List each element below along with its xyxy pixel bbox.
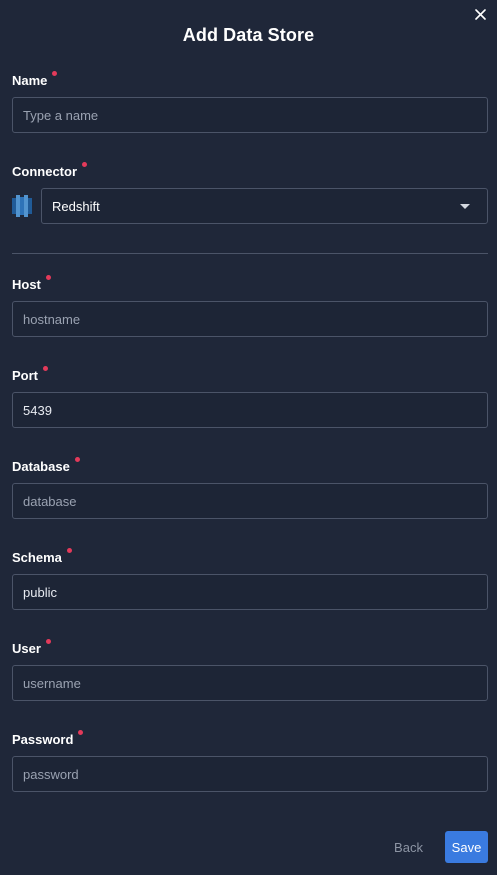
host-input[interactable] (12, 301, 488, 337)
port-input[interactable] (12, 392, 488, 428)
required-indicator (66, 548, 72, 553)
required-indicator (78, 730, 84, 735)
required-indicator (52, 71, 58, 76)
name-input[interactable] (12, 97, 488, 133)
caret-down-icon (460, 204, 470, 209)
connector-selected-value: Redshift (52, 198, 100, 214)
dialog-title: Add Data Store (182, 25, 315, 45)
schema-label: Schema (12, 548, 72, 565)
section-divider (12, 253, 488, 254)
save-button[interactable]: Save (445, 831, 488, 863)
connector-label: Connector (12, 162, 87, 179)
required-indicator (45, 275, 51, 280)
database-input[interactable] (12, 483, 488, 519)
user-input[interactable] (12, 665, 488, 701)
add-data-store-dialog: Add Data Store Name Connector Redshift H… (0, 0, 497, 875)
password-label: Password (12, 730, 84, 747)
required-indicator (82, 162, 87, 167)
user-label: User (12, 639, 51, 656)
schema-input[interactable] (12, 574, 488, 610)
close-icon (474, 8, 486, 20)
name-label: Name (12, 71, 58, 88)
required-indicator (45, 639, 51, 644)
required-indicator (74, 457, 80, 462)
connector-select[interactable]: Redshift (41, 188, 488, 224)
redshift-icon (12, 195, 32, 217)
password-input[interactable] (12, 756, 488, 792)
port-label: Port (12, 366, 48, 383)
close-button[interactable] (472, 6, 488, 22)
host-label: Host (12, 275, 51, 292)
required-indicator (43, 366, 48, 371)
back-button[interactable]: Back (386, 831, 431, 863)
database-label: Database (12, 457, 80, 474)
